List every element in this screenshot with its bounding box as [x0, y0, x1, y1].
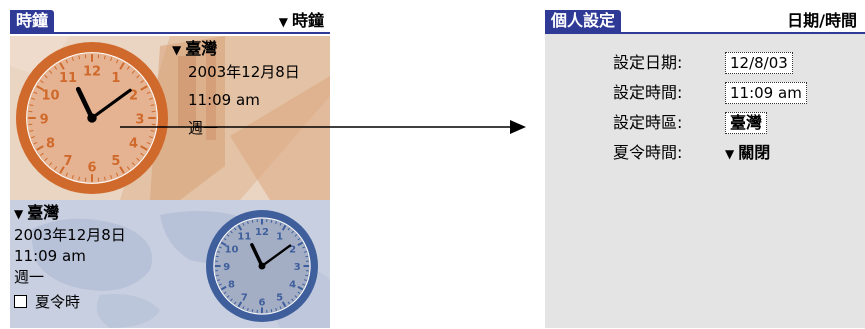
title-underline — [545, 32, 865, 34]
time-text: 11:09 am — [14, 247, 86, 265]
panel-selector[interactable]: 日期/時間 — [787, 10, 857, 32]
clock-tick — [215, 255, 219, 258]
title-underline — [10, 32, 330, 34]
clock-tick — [251, 219, 254, 223]
clock-numeral: 3 — [294, 262, 301, 273]
view-selector-label: 時鐘 — [291, 11, 324, 30]
dst-selector[interactable]: ▼ 關閉 — [725, 140, 770, 167]
weekday-text: 週一 — [14, 268, 45, 286]
set-date-field[interactable]: 12/8/03 — [725, 52, 793, 74]
set-time-label: 設定時間: — [613, 83, 683, 102]
location-label: 臺灣 — [27, 203, 60, 222]
time-text: 11:09 am — [188, 91, 260, 109]
clock-numeral: 4 — [289, 280, 296, 291]
chevron-down-icon: ▼ — [14, 207, 24, 221]
dst-value: 關閉 — [738, 143, 771, 162]
dst-checkbox-row[interactable]: 夏令時 — [14, 292, 126, 313]
prefs-title-bar: 個人設定 日期/時間 — [545, 10, 865, 34]
app-title-tab[interactable]: 個人設定 — [545, 10, 622, 32]
clock-title-bar: 時鐘 ▼ 時鐘 — [10, 10, 330, 34]
clock-tick — [215, 274, 219, 277]
date-text: 2003年12月8日 — [188, 63, 300, 81]
location-label: 臺灣 — [185, 39, 218, 58]
clock-numeral: 8 — [46, 136, 55, 151]
clock-numeral: 12 — [83, 65, 101, 80]
clock-numeral: 10 — [224, 244, 238, 255]
clock-numeral: 9 — [223, 262, 230, 273]
clock-numeral: 10 — [41, 89, 59, 104]
set-zone-label: 設定時區: — [613, 113, 683, 132]
app-title-tab[interactable]: 時鐘 — [10, 10, 55, 32]
clock-numeral: 1 — [111, 71, 120, 86]
clock-center — [258, 262, 266, 270]
dst-label: 夏令時間: — [613, 143, 683, 162]
clock-numeral: 1 — [276, 232, 283, 243]
clock-numeral: 8 — [228, 280, 235, 291]
chevron-down-icon: ▼ — [172, 43, 182, 57]
set-date-label: 設定日期: — [613, 53, 683, 72]
clock-center — [87, 113, 97, 123]
clock-numeral: 11 — [59, 71, 77, 86]
clock-tick — [305, 255, 309, 258]
clock-app-screen: 時鐘 ▼ 時鐘 12 1 2 3 4 5 6 7 8 9 10 11 ▼ 臺灣 2003年12月8日 11… — [10, 10, 330, 328]
clock-numeral: 5 — [276, 293, 283, 304]
clock-numeral: 7 — [64, 154, 73, 169]
clock-numeral: 7 — [241, 293, 248, 304]
clock-numeral: 6 — [259, 297, 266, 308]
clock-numeral: 6 — [87, 160, 96, 175]
date-text: 2003年12月8日 — [14, 226, 126, 244]
preferences-screen: 個人設定 日期/時間 設定日期: 12/8/03 設定時間: 11:09 am … — [545, 10, 865, 328]
dst-label: 夏令時 — [35, 293, 81, 311]
set-time-field[interactable]: 11:09 am — [725, 82, 807, 104]
clock-tick — [270, 219, 273, 223]
clock-numeral: 12 — [255, 227, 269, 238]
connector-arrow — [120, 120, 526, 134]
location-selector[interactable]: ▼ 臺灣 — [172, 38, 300, 61]
clock-tick — [251, 309, 254, 313]
chevron-down-icon: ▼ — [725, 147, 735, 161]
clock-tick — [270, 309, 273, 313]
clock-numeral: 5 — [111, 154, 120, 169]
chevron-down-icon: ▼ — [278, 15, 288, 29]
checkbox-icon[interactable] — [14, 295, 27, 308]
analog-clock-face: 12 1234567891011 — [206, 210, 318, 322]
secondary-clock-panel[interactable]: 12 1 2 3 4 5 6 7 8 9 10 11 ▼ 臺灣 2003年12月8日 11:09 am … — [10, 200, 330, 328]
location-selector[interactable]: ▼ 臺灣 — [14, 202, 126, 225]
clock-tick — [305, 274, 309, 277]
set-zone-field[interactable]: 臺灣 — [725, 112, 768, 134]
clock-numeral: 11 — [237, 232, 251, 243]
clock-numeral: 9 — [40, 112, 49, 127]
view-selector[interactable]: ▼ 時鐘 — [279, 10, 324, 32]
clock-numeral: 4 — [129, 136, 138, 151]
